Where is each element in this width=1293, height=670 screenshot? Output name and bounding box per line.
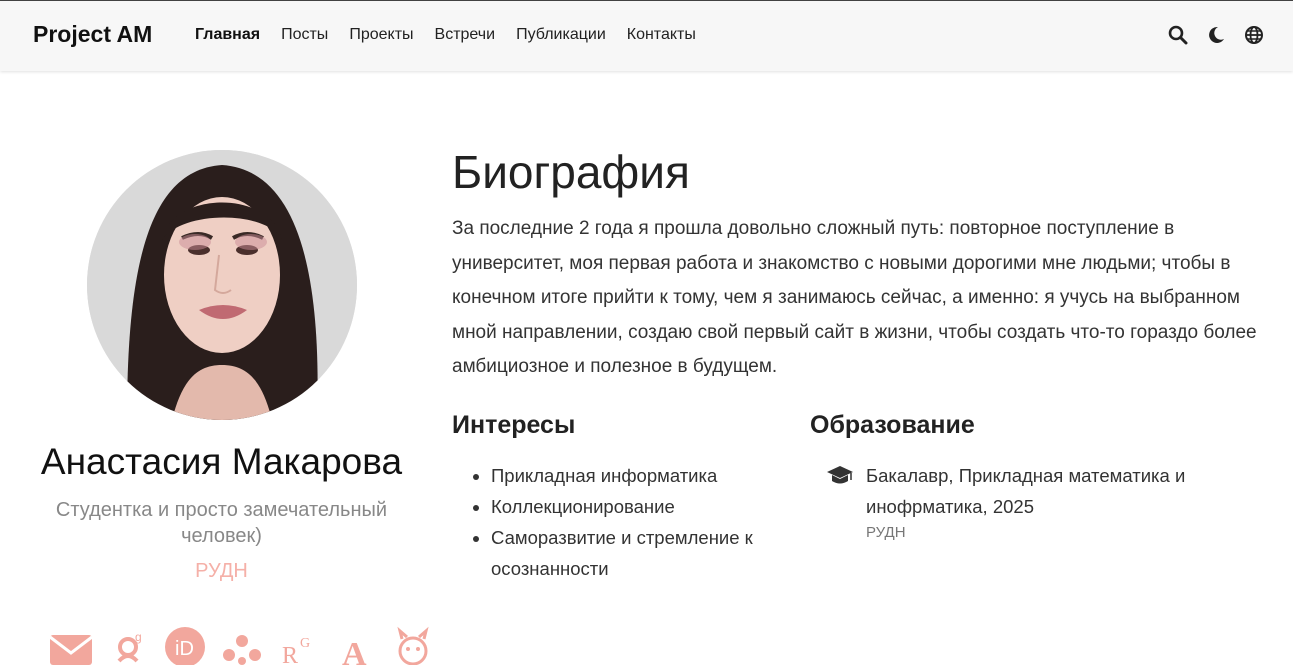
orcid-icon[interactable]: iD (162, 625, 208, 667)
nav-link-publications[interactable]: Публикации (516, 26, 606, 44)
envelope-icon[interactable] (48, 625, 94, 665)
nav-link-projects[interactable]: Проекты (349, 26, 413, 44)
svg-text:R: R (282, 643, 298, 665)
interests-list: Прикладная информатика Коллекционировани… (452, 460, 821, 584)
profile-organization[interactable]: РУДН (20, 560, 423, 583)
education-institution: РУДН (866, 524, 906, 541)
nav-link-contacts[interactable]: Контакты (627, 26, 696, 44)
education-degree: Бакалавр, Прикладная математика и инофрм… (866, 465, 1186, 517)
list-item: Саморазвитие и стремление к осознанности (491, 522, 821, 584)
education-title: Образование (810, 411, 975, 439)
list-item: Прикладная информатика (491, 460, 821, 491)
globe-icon[interactable] (1244, 25, 1266, 47)
nav-icons (1168, 25, 1282, 47)
navbar: Project AM Главная Посты Проекты Встречи… (0, 1, 1293, 71)
biography-title: Биография (452, 146, 690, 198)
cat-icon[interactable] (390, 625, 436, 666)
network-icon[interactable] (219, 625, 265, 665)
svg-text:A: A (342, 636, 367, 665)
nav-links: Главная Посты Проекты Встречи Публикации… (195, 26, 717, 44)
nav-link-posts[interactable]: Посты (281, 26, 328, 44)
svg-text:G: G (300, 636, 310, 651)
avatar (87, 150, 357, 420)
nav-link-talks[interactable]: Встречи (435, 26, 496, 44)
social-links: g iD RG A (48, 625, 447, 670)
google-scholar-icon[interactable]: g (105, 625, 151, 665)
researchgate-icon[interactable]: RG (276, 625, 322, 669)
biography-text: За последние 2 года я прошла довольно сл… (452, 218, 1257, 377)
search-icon[interactable] (1168, 25, 1190, 47)
moon-icon[interactable] (1206, 25, 1228, 47)
profile-role: Студентка и просто замечательный человек… (55, 499, 388, 547)
list-item: Коллекционирование (491, 491, 821, 522)
profile-name: Анастасия Макарова (40, 441, 403, 482)
svg-text:g: g (135, 630, 142, 644)
interests-title: Интересы (452, 411, 576, 439)
graduation-cap-icon (826, 464, 854, 486)
brand-logo[interactable]: Project AM (33, 21, 152, 48)
academia-icon[interactable]: A (333, 625, 379, 670)
nav-link-home[interactable]: Главная (195, 26, 260, 44)
